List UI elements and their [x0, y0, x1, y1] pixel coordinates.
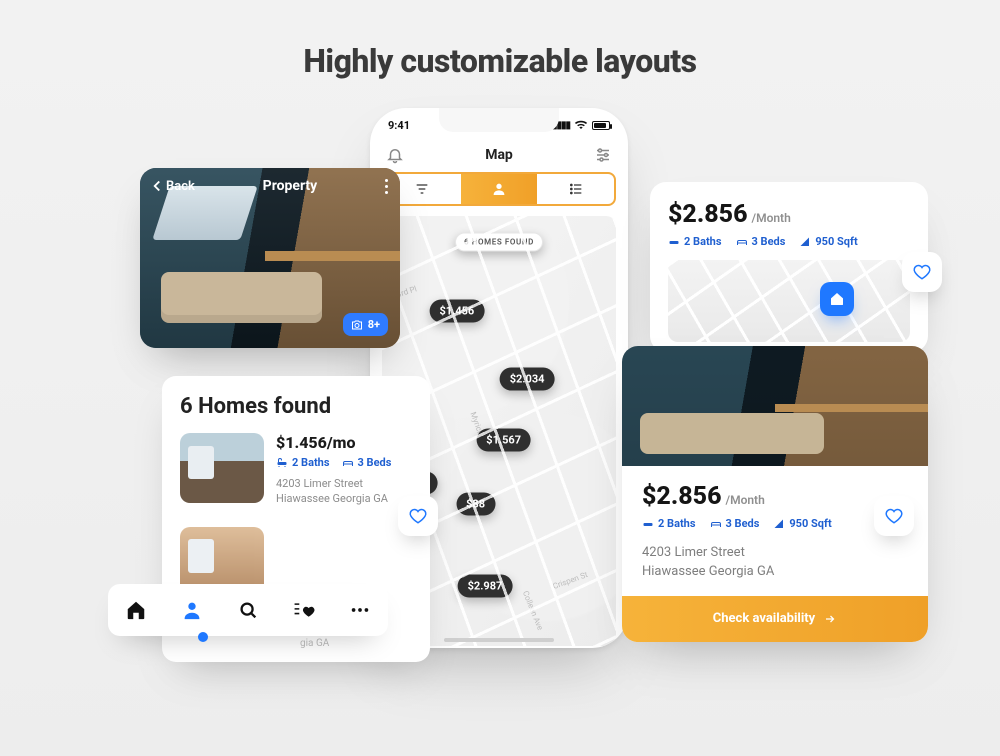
price-pin[interactable]: $2.034	[500, 368, 555, 391]
tab-home[interactable]	[125, 599, 147, 621]
favorite-button[interactable]	[902, 252, 942, 292]
photo-count-value: 8+	[368, 318, 380, 331]
map-pin-icon	[820, 282, 854, 316]
listing-price: $2.856/Month	[668, 200, 910, 229]
tab-indicator-dot	[198, 632, 208, 642]
listing-hero-photo	[622, 346, 928, 466]
list-item[interactable]: $1.456/mo 2 Baths 3 Beds 4203 Limer Stre…	[180, 433, 412, 519]
map-street-label: Colleen Ave	[521, 590, 545, 632]
segmented-filter	[382, 172, 616, 206]
baths-spec: 2 Baths	[668, 235, 722, 248]
tab-more[interactable]	[349, 599, 371, 621]
map-street-label: Crispen St	[552, 570, 589, 591]
back-button[interactable]: Back	[152, 179, 195, 194]
favorite-button[interactable]	[874, 496, 914, 536]
photo-count-badge[interactable]: 8+	[343, 313, 388, 336]
listing-address: 4203 Limer Street Hiawassee Georgia GA	[642, 544, 908, 582]
price-pin[interactable]: $1.456	[430, 299, 485, 322]
tab-search[interactable]	[237, 599, 259, 621]
more-icon[interactable]	[385, 179, 388, 194]
beds-spec: 3 Beds	[342, 456, 392, 469]
sqft-spec: 950 Sqft	[773, 517, 831, 530]
filter-user-button[interactable]	[461, 174, 538, 204]
beds-spec: 3 Beds	[736, 235, 786, 248]
homes-found-heading: 6 Homes found	[180, 394, 412, 419]
filter-list-button[interactable]	[537, 174, 614, 204]
property-hero-card[interactable]: Back Property 8+	[140, 168, 400, 348]
listing-map-preview[interactable]	[668, 260, 910, 342]
listing-price: $2.856/Month	[642, 482, 908, 511]
wifi-icon	[574, 119, 588, 132]
peek-text: gia GA	[300, 638, 329, 649]
price-pin[interactable]: $2.987	[458, 574, 513, 597]
price-pin[interactable]: $1.567	[476, 428, 531, 451]
listing-compact-card[interactable]: $2.856/Month 2 Baths 3 Beds 950 Sqft	[650, 182, 928, 352]
price-pin[interactable]: $88	[456, 493, 495, 516]
listing-price: $1.456/mo	[276, 433, 412, 452]
phone-header: Map	[370, 142, 628, 172]
sqft-spec: 950 Sqft	[799, 235, 857, 248]
filter-icon[interactable]	[594, 146, 612, 164]
status-time: 9:41	[388, 119, 410, 132]
listing-detail-card: $2.856/Month 2 Baths 3 Beds 950 Sqft 420…	[622, 346, 928, 642]
page-title: Highly customizable layouts	[0, 42, 1000, 80]
home-indicator	[444, 638, 554, 642]
bell-icon[interactable]	[386, 146, 404, 164]
tab-favorites[interactable]	[293, 599, 315, 621]
baths-spec: 2 Baths	[276, 456, 330, 469]
homes-found-chip: 6 HOMES FOUND	[455, 233, 543, 252]
map-street-label: Myrick Ave	[469, 411, 491, 450]
baths-spec: 2 Baths	[642, 517, 696, 530]
tab-bar	[108, 584, 388, 636]
arrow-right-icon	[823, 613, 837, 625]
back-label: Back	[166, 179, 195, 194]
tab-profile[interactable]	[181, 599, 203, 621]
listing-address: 4203 Limer Street Hiawassee Georgia GA	[276, 477, 412, 507]
listing-thumbnail	[180, 433, 264, 503]
screen-title: Map	[485, 147, 513, 163]
cta-label: Check availability	[713, 611, 815, 626]
phone-notch	[439, 108, 559, 132]
property-card-title: Property	[263, 178, 318, 194]
check-availability-button[interactable]: Check availability	[622, 596, 928, 642]
beds-spec: 3 Beds	[710, 517, 760, 530]
battery-icon	[592, 121, 610, 130]
